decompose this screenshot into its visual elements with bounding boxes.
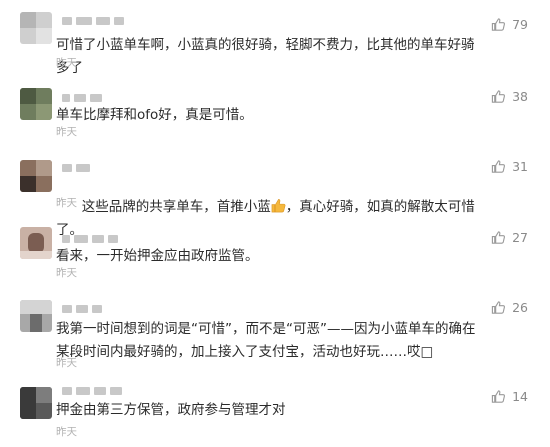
comment-item: 可惜了小蓝单车啊，小蓝真的很好骑，轻脚不费力，比其他的单车好骑多了 昨天 79 xyxy=(0,0,550,76)
thumbs-up-emoji-icon xyxy=(271,199,286,213)
comment-time: 昨天 xyxy=(56,267,77,279)
like-button[interactable]: 26 xyxy=(491,300,528,315)
like-count: 31 xyxy=(512,159,528,174)
comment-item: 这些品牌的共享单车，首推小蓝 ，真心好骑，如真的解散太可惜了。 昨天 31 xyxy=(0,150,550,238)
like-button[interactable]: 14 xyxy=(491,389,528,404)
username-blurred[interactable] xyxy=(62,94,132,102)
comment-time: 昨天 xyxy=(56,126,77,138)
thumbs-up-icon xyxy=(491,301,506,314)
comment-text-part: 这些品牌的共享单车，首推小蓝 xyxy=(81,199,271,215)
comment-item: 押金由第三方保管，政府参与管理才对 昨天 14 xyxy=(0,377,550,447)
avatar[interactable] xyxy=(20,227,52,259)
like-count: 14 xyxy=(512,389,528,404)
comment-text: 看来，一开始押金应由政府监管。 xyxy=(56,248,259,264)
username-blurred[interactable] xyxy=(62,164,122,172)
comment-text: 可惜了小蓝单车啊，小蓝真的很好骑，轻脚不费力，比其他的单车好骑多了 xyxy=(56,37,475,76)
avatar[interactable] xyxy=(20,160,52,192)
avatar[interactable] xyxy=(20,12,52,44)
thumbs-up-icon xyxy=(491,160,506,173)
like-count: 79 xyxy=(512,17,528,32)
like-button[interactable]: 31 xyxy=(491,159,528,174)
like-button[interactable]: 27 xyxy=(491,230,528,245)
like-count: 38 xyxy=(512,89,528,104)
comment-item: 看来，一开始押金应由政府监管。 昨天 27 xyxy=(0,222,550,297)
comment-time: 昨天 xyxy=(56,57,77,69)
comment-time: 昨天 xyxy=(56,357,77,369)
thumbs-up-icon xyxy=(491,18,506,31)
comment-item: 我第一时间想到的词是“可惜”，而不是“可恶”——因为小蓝单车的确在某段时间内最好… xyxy=(0,297,550,377)
comment-list: 可惜了小蓝单车啊，小蓝真的很好骑，轻脚不费力，比其他的单车好骑多了 昨天 79 … xyxy=(0,0,550,447)
username-blurred[interactable] xyxy=(62,235,152,243)
avatar[interactable] xyxy=(20,88,52,120)
username-blurred[interactable] xyxy=(62,305,132,313)
comment-time: 昨天 xyxy=(56,426,77,438)
thumbs-up-icon xyxy=(491,90,506,103)
avatar[interactable] xyxy=(20,387,52,419)
comment-time: 昨天 xyxy=(56,197,77,209)
comment-item: 单车比摩拜和ofo好，真是可惜。 昨天 38 xyxy=(0,75,550,150)
like-count: 27 xyxy=(512,230,528,245)
avatar[interactable] xyxy=(20,300,52,332)
thumbs-up-icon xyxy=(491,231,506,244)
like-count: 26 xyxy=(512,300,528,315)
thumbs-up-icon xyxy=(491,390,506,403)
username-blurred[interactable] xyxy=(62,17,152,25)
like-button[interactable]: 79 xyxy=(491,17,528,32)
like-button[interactable]: 38 xyxy=(491,89,528,104)
comment-text: 我第一时间想到的词是“可惜”，而不是“可恶”——因为小蓝单车的确在某段时间内最好… xyxy=(56,321,476,360)
comment-text: 押金由第三方保管，政府参与管理才对 xyxy=(56,402,286,418)
username-blurred[interactable] xyxy=(62,387,152,395)
comment-text: 单车比摩拜和ofo好，真是可惜。 xyxy=(56,107,253,123)
